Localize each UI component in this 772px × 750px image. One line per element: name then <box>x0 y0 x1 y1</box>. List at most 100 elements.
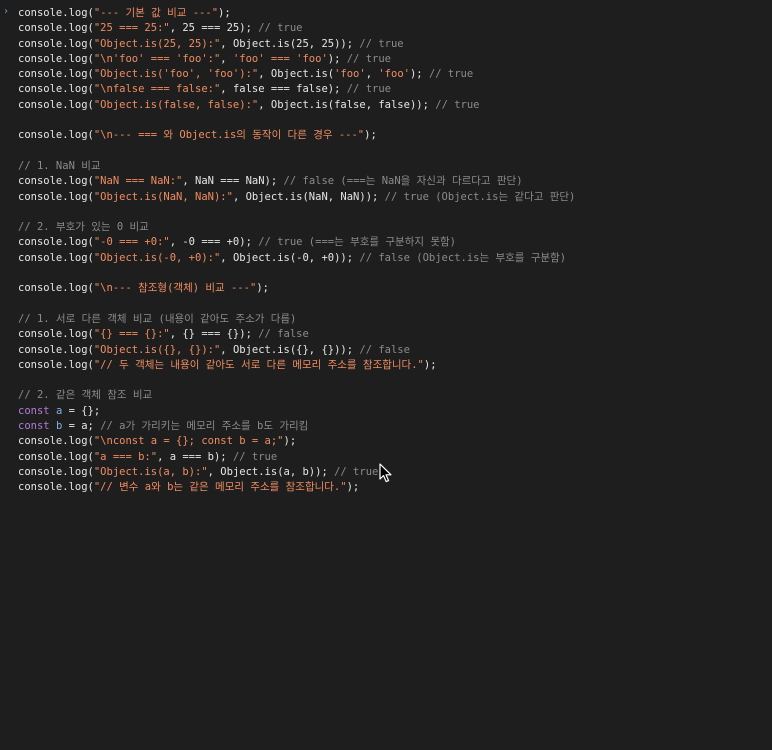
code-token: ); <box>346 481 360 494</box>
code-token: ); <box>423 358 437 371</box>
code-token: , -0 === +0); <box>169 236 259 249</box>
code-line: console.log("Object.is(NaN, NaN):", Obje… <box>18 190 575 205</box>
code-token: // false (===는 NaN을 자신과 다르다고 판단) <box>283 175 523 188</box>
code-token: "Object.is(a, b):" <box>93 465 208 478</box>
code-token: ); <box>256 282 269 295</box>
code-token: , Object.is({}, {})); <box>220 343 360 356</box>
code-token: , <box>365 68 379 81</box>
code-token: // true <box>346 83 391 96</box>
code-line: // 1. NaN 비교 <box>18 159 575 174</box>
code-token: console.log( <box>18 358 94 371</box>
code-token: // a가 가리키는 메모리 주소를 b도 가리킴 <box>100 420 309 433</box>
code-token: // false <box>258 328 309 341</box>
code-token: console.log( <box>18 37 94 50</box>
code-token: "\n'foo' === 'foo':" <box>93 52 221 65</box>
code-token: , false === false); <box>220 83 347 96</box>
console-input-code[interactable]: console.log("--- 기본 값 비교 ---"); console.l… <box>18 6 575 496</box>
code-token: , Object.is(false, false)); <box>258 98 436 111</box>
code-token: console.log( <box>18 52 94 65</box>
prompt-chevron-icon: › <box>3 6 10 17</box>
code-line: console.log("Object.is(false, false):", … <box>18 98 575 113</box>
code-token: "\nfalse === false:" <box>93 83 221 96</box>
code-line: // 2. 부호가 있는 0 비교 <box>18 220 575 235</box>
code-token: ); <box>283 435 297 448</box>
code-token: ); <box>218 7 231 19</box>
code-token: ); <box>409 68 429 81</box>
code-token: // 1. 서로 다른 객체 비교 (내용이 같아도 주소가 다름) <box>18 312 297 325</box>
code-line: console.log("Object.is(a, b):", Object.i… <box>18 465 575 480</box>
code-token: , Object.is(NaN, NaN)); <box>232 190 385 203</box>
code-token: const <box>18 404 50 417</box>
code-token: console.log( <box>18 435 94 448</box>
code-token: console.log( <box>18 236 94 249</box>
code-token: // false <box>359 343 410 356</box>
code-line: // 1. 서로 다른 객체 비교 (내용이 같아도 주소가 다름) <box>18 312 575 327</box>
code-token: "Object.is(25, 25):" <box>93 37 221 50</box>
code-token: = {}; <box>62 404 101 417</box>
code-token: // true (Object.is는 같다고 판단) <box>384 190 576 203</box>
code-token: , Object.is(25, 25)); <box>220 37 360 50</box>
code-token: // 2. 부호가 있는 0 비교 <box>18 221 149 234</box>
code-token: // 2. 같은 객체 참조 비교 <box>18 389 153 402</box>
code-token: "NaN === NaN:" <box>93 175 183 188</box>
code-line: console.log("25 === 25:", 25 === 25); //… <box>18 21 575 36</box>
code-token: "Object.is('foo', 'foo'):" <box>93 68 259 81</box>
code-line: console.log("// 두 객체는 내용이 같아도 서로 다른 메모리 … <box>18 358 575 373</box>
code-token: "25 === 25:" <box>93 22 170 35</box>
code-token: console.log( <box>18 450 94 463</box>
code-line: console.log("\n--- === 와 Object.is의 동작이 … <box>18 128 575 143</box>
code-token: // true <box>232 450 278 463</box>
code-token: , Object.is(-0, +0)); <box>220 251 360 264</box>
console-panel[interactable]: › console.log("--- 기본 값 비교 ---"); console… <box>0 0 772 750</box>
code-line: const b = a; // a가 가리키는 메모리 주소를 b도 가리킴 <box>18 419 575 434</box>
code-token: console.log( <box>18 68 94 81</box>
code-token: console.log( <box>18 282 94 295</box>
code-token: console.log( <box>18 328 94 341</box>
code-token: // true (===는 부호를 구분하지 못함) <box>258 236 456 249</box>
code-token: ); <box>364 129 377 142</box>
code-token: "// 변수 a와 b는 같은 메모리 주소를 참조합니다." <box>93 481 347 494</box>
code-token: // false (Object.is는 부호를 구분함) <box>359 251 567 264</box>
code-line: console.log("NaN === NaN:", NaN === NaN)… <box>18 174 575 189</box>
code-token: console.log( <box>18 175 94 188</box>
code-token: // true <box>346 52 392 65</box>
code-token: // true <box>435 98 480 111</box>
code-token: console.log( <box>18 481 94 494</box>
code-token: = a; <box>62 420 101 433</box>
code-line: console.log("a === b:", a === b); // tru… <box>18 450 575 465</box>
code-token: 'foo' <box>378 68 410 81</box>
code-line: // 2. 같은 객체 참조 비교 <box>18 388 575 403</box>
code-token: console.log( <box>18 98 94 111</box>
code-token: , Object.is( <box>258 68 335 81</box>
code-token: "Object.is(-0, +0):" <box>93 251 221 264</box>
code-token: console.log( <box>18 343 94 356</box>
code-token: // true <box>359 37 404 50</box>
code-line: console.log("\n--- 참조형(객체) 비교 ---"); <box>18 281 575 296</box>
code-token: "a === b:" <box>93 450 158 463</box>
code-token: "\nconst a = {}; const b = a;" <box>93 435 284 448</box>
code-token: "{} === {}:" <box>93 328 170 341</box>
code-token: "Object.is(false, false):" <box>93 98 259 111</box>
mouse-pointer-icon <box>379 463 392 483</box>
code-line: console.log("\n'foo' === 'foo':", 'foo' … <box>18 52 575 67</box>
code-token: , NaN === NaN); <box>182 175 284 188</box>
code-token: console.log( <box>18 251 94 264</box>
code-token: "Object.is(NaN, NaN):" <box>93 190 233 203</box>
code-line: console.log("Object.is(-0, +0):", Object… <box>18 251 575 266</box>
code-line: console.log("\nfalse === false:", false … <box>18 82 575 97</box>
code-token: ); <box>327 52 347 65</box>
code-token: "\n--- 참조형(객체) 비교 ---" <box>93 282 257 295</box>
code-token: console.log( <box>18 190 94 203</box>
code-token: // 1. NaN 비교 <box>18 159 101 172</box>
code-token: // true <box>334 465 379 478</box>
code-token: , Object.is(a, b)); <box>207 465 335 478</box>
code-line: console.log("\nconst a = {}; const b = a… <box>18 434 575 449</box>
code-token: , {} === {}); <box>169 328 259 341</box>
code-token: // true <box>428 68 474 81</box>
